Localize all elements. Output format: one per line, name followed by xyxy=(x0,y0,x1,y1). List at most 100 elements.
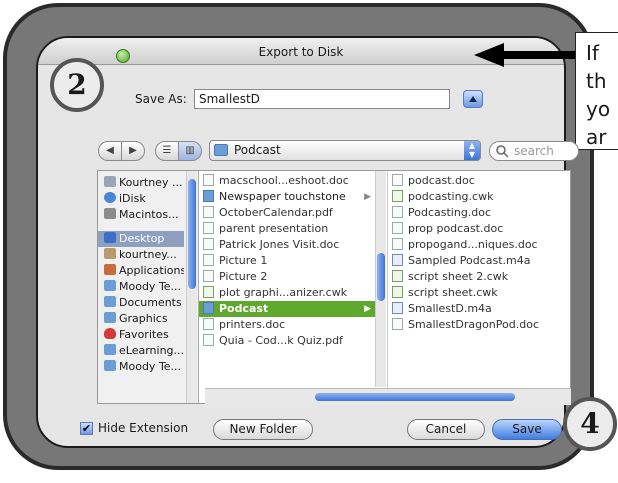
location-popup[interactable]: Podcast ▲ ▼ xyxy=(209,140,481,161)
list-item-label: OctoberCalendar.pdf xyxy=(219,206,333,219)
save-button[interactable]: Save xyxy=(492,419,562,440)
sidebar-item-label: Documents xyxy=(119,296,182,309)
list-item[interactable]: Quia - Cod...k Quiz.pdf xyxy=(199,333,375,349)
document-icon xyxy=(203,238,214,250)
list-item[interactable]: printers.doc xyxy=(199,317,375,333)
callout-box: If th yo ar xyxy=(575,32,618,150)
column-view-button[interactable]: ▥ xyxy=(178,141,202,161)
list-item-label: Podcasting.doc xyxy=(408,206,492,219)
sidebar-item-moody-te-1[interactable]: Moody Te... xyxy=(98,279,184,295)
save-as-input[interactable]: SmallestD xyxy=(194,89,450,109)
appleworks-file-icon xyxy=(392,190,403,202)
list-item[interactable]: Newspaper touchstone ▶ xyxy=(199,189,375,205)
scroll-thumb[interactable] xyxy=(188,179,196,289)
list-item[interactable]: Picture 2 xyxy=(199,269,375,285)
sidebar-item-documents[interactable]: Documents xyxy=(98,295,184,311)
sidebar-item-desktop[interactable]: Desktop xyxy=(98,231,184,247)
list-item-label: propogand...niques.doc xyxy=(408,238,538,251)
sidebar-item-macintosh-hd[interactable]: Macintos... xyxy=(98,207,184,223)
sidebar-item-label: Favorites xyxy=(119,328,169,341)
popup-arrows-icon: ▲ ▼ xyxy=(464,141,480,160)
sidebar-item-label: iDisk xyxy=(119,192,146,205)
list-item[interactable]: parent presentation xyxy=(199,221,375,237)
triangle-up-icon xyxy=(469,96,477,102)
column-view-icon: ▥ xyxy=(185,145,195,156)
list-item-label: SmallestDragonPod.doc xyxy=(408,318,539,331)
sidebar-item-applications[interactable]: Applications xyxy=(98,263,184,279)
list-item[interactable]: OctoberCalendar.pdf xyxy=(199,205,375,221)
hard-drive-icon xyxy=(104,208,116,219)
search-icon xyxy=(496,145,509,158)
sidebar-item-moody-te-2[interactable]: Moody Te... xyxy=(98,359,184,375)
scroll-thumb[interactable] xyxy=(315,393,515,401)
folder-icon xyxy=(104,312,116,323)
step-marker-4: 4 xyxy=(563,397,617,451)
list-item-label: script sheet 2.cwk xyxy=(408,270,509,283)
sidebar-item-kourtney-computer[interactable]: Kourtney ... xyxy=(98,175,184,191)
list-item[interactable]: Patrick Jones Visit.doc xyxy=(199,237,375,253)
sidebar-item-favorites[interactable]: Favorites xyxy=(98,327,184,343)
folder-icon xyxy=(104,280,116,291)
list-item-label: printers.doc xyxy=(219,318,286,331)
list-item[interactable]: SmallestD.m4a xyxy=(388,301,568,317)
sidebar-item-label: Macintos... xyxy=(119,208,179,221)
checkmark-icon: ✔ xyxy=(81,422,92,435)
list-item[interactable]: script sheet 2.cwk xyxy=(388,269,568,285)
list-item[interactable]: podcasting.cwk xyxy=(388,189,568,205)
back-button[interactable]: ◀ xyxy=(98,141,122,161)
list-item-label: parent presentation xyxy=(219,222,329,235)
list-view-button[interactable]: ☰ xyxy=(155,141,179,161)
sidebar-item-label: kourtney... xyxy=(119,248,177,261)
list-item-label: SmallestD.m4a xyxy=(408,302,492,315)
list-item[interactable]: podcast.doc xyxy=(388,173,568,189)
document-icon xyxy=(392,206,403,218)
list-item-label: podcast.doc xyxy=(408,174,475,187)
callout-line: th xyxy=(586,69,607,93)
sidebar-item-idisk[interactable]: iDisk xyxy=(98,191,184,207)
list-item-label: Podcast xyxy=(219,302,269,315)
list-item[interactable]: prop podcast.doc xyxy=(388,221,568,237)
document-icon xyxy=(392,174,403,186)
sidebar-item-label: Applications xyxy=(119,264,184,277)
list-item-label: prop podcast.doc xyxy=(408,222,504,235)
appleworks-file-icon xyxy=(392,286,403,298)
list-item[interactable]: Podcasting.doc xyxy=(388,205,568,221)
list-item-selected[interactable]: Podcast ▶ xyxy=(199,301,375,317)
cancel-button[interactable]: Cancel xyxy=(407,419,485,440)
folder-icon xyxy=(203,302,214,314)
sidebar-scrollbar[interactable] xyxy=(186,171,197,403)
list-item[interactable]: macschool...eshoot.doc xyxy=(199,173,375,189)
heart-icon xyxy=(104,328,116,339)
list-view-icon: ☰ xyxy=(162,145,172,156)
home-icon xyxy=(104,248,116,259)
sidebar-item-label: Graphics xyxy=(119,312,168,325)
document-icon xyxy=(203,334,214,346)
list-item-label: Picture 2 xyxy=(219,270,268,283)
list-item-label: podcasting.cwk xyxy=(408,190,494,203)
appleworks-file-icon xyxy=(203,286,214,298)
image-icon xyxy=(203,270,214,282)
folder-icon xyxy=(104,296,116,307)
list-item[interactable]: plot graphi...anizer.cwk xyxy=(199,285,375,301)
scroll-thumb[interactable] xyxy=(377,253,385,301)
list-item[interactable]: Picture 1 xyxy=(199,253,375,269)
sidebar-item-elearning[interactable]: eLearning... xyxy=(98,343,184,359)
collapse-dialog-button[interactable] xyxy=(463,90,483,108)
sidebar: Kourtney ... iDisk Macintos... Desktop k… xyxy=(98,171,199,403)
horizontal-scrollbar[interactable] xyxy=(205,388,571,405)
list-item[interactable]: SmallestDragonPod.doc xyxy=(388,317,568,333)
list-item-label: Sampled Podcast.m4a xyxy=(408,254,531,267)
list-item[interactable]: script sheet.cwk xyxy=(388,285,568,301)
list-item[interactable]: propogand...niques.doc xyxy=(388,237,568,253)
sidebar-item-graphics[interactable]: Graphics xyxy=(98,311,184,327)
sidebar-item-home[interactable]: kourtney... xyxy=(98,247,184,263)
column-scrollbar[interactable] xyxy=(375,171,386,387)
arrow-left-icon xyxy=(474,43,578,67)
document-icon xyxy=(392,238,403,250)
search-placeholder: search xyxy=(514,144,554,158)
new-folder-button[interactable]: New Folder xyxy=(213,419,313,440)
forward-button[interactable]: ▶ xyxy=(121,141,145,161)
list-item[interactable]: Sampled Podcast.m4a xyxy=(388,253,568,269)
search-input[interactable]: search xyxy=(489,141,579,161)
hide-extension-checkbox[interactable]: ✔ xyxy=(80,422,93,435)
